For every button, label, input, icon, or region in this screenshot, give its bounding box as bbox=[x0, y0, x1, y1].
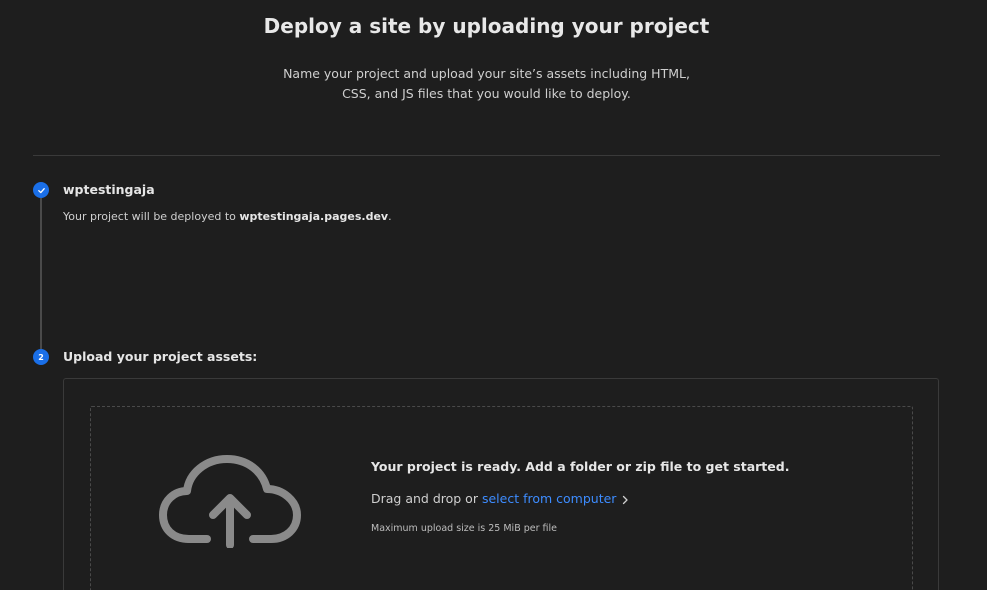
chevron-right-icon bbox=[623, 495, 629, 504]
deploy-destination-note: Your project will be deployed to wptesti… bbox=[63, 210, 392, 223]
step-2-indicator: 2 bbox=[33, 349, 49, 365]
deploy-note-suffix: . bbox=[388, 210, 392, 223]
file-dropzone[interactable]: Your project is ready. Add a folder or z… bbox=[90, 406, 913, 590]
upload-step-title: Upload your project assets: bbox=[63, 349, 258, 364]
project-name-title: wptestingaja bbox=[63, 182, 155, 197]
select-from-computer-link[interactable]: select from computer bbox=[482, 491, 629, 506]
drag-drop-text: Drag and drop or bbox=[371, 491, 478, 506]
check-icon bbox=[37, 187, 45, 193]
step-connector-line bbox=[40, 198, 42, 349]
step-1-complete-indicator bbox=[33, 182, 49, 198]
select-link-label: select from computer bbox=[481, 491, 617, 506]
deploy-note-prefix: Your project will be deployed to bbox=[63, 210, 240, 223]
deploy-page: Deploy a site by uploading your project … bbox=[0, 0, 987, 590]
page-title: Deploy a site by uploading your project bbox=[263, 14, 710, 38]
deploy-domain: wptestingaja.pages.dev bbox=[239, 210, 389, 223]
page-subtitle: Name your project and upload your site’s… bbox=[283, 66, 690, 101]
cloud-upload-icon bbox=[159, 455, 301, 548]
drag-drop-line: Drag and drop or select from computer bbox=[371, 491, 629, 506]
upload-card: Your project is ready. Add a folder or z… bbox=[63, 378, 939, 590]
section-divider bbox=[33, 155, 940, 156]
max-upload-size-note: Maximum upload size is 25 MiB per file bbox=[371, 523, 558, 534]
upload-ready-message: Your project is ready. Add a folder or z… bbox=[371, 459, 790, 474]
